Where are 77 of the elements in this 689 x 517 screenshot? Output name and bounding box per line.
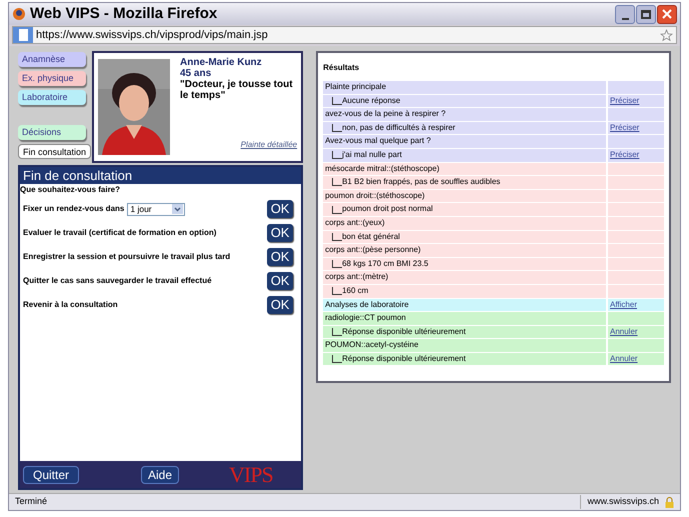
- question-text: corps ant::(yeux): [325, 216, 385, 229]
- patient-name: Anne-Marie Kunz: [180, 57, 263, 68]
- lock-icon: [665, 496, 674, 508]
- address-bar[interactable]: https://www.swissvips.ch/vipsprod/vips/main.jsp: [12, 26, 677, 44]
- question-text: POUMON::acetyl-cystéine: [325, 339, 418, 352]
- window-title: Web VIPS - Mozilla Firefox: [30, 4, 218, 24]
- star-icon[interactable]: [660, 28, 673, 42]
- tree-branch-icon: [332, 232, 342, 241]
- help-button[interactable]: Aide: [141, 466, 179, 484]
- answer-text: B1 B2 bien frappés, pas de souffles audibles: [342, 176, 500, 188]
- nav-tab[interactable]: Décisions: [18, 125, 86, 140]
- tree-branch-icon: [332, 260, 342, 268]
- maximize-button[interactable]: [636, 4, 656, 24]
- option-label: Quitter le cas sans sauvegarder le travail effectué: [23, 275, 212, 287]
- dropdown-icon: [172, 204, 184, 214]
- answer-text: j'ai mal nulle part: [342, 148, 402, 161]
- tree-branch-icon: [332, 328, 342, 336]
- results-title: Résultats: [323, 62, 360, 74]
- ok-button[interactable]: OK: [267, 296, 294, 314]
- question-text: corps ant::(pèse personne): [325, 244, 421, 256]
- answer-text: 160 cm: [342, 284, 368, 297]
- panel-title: Fin de consultation: [20, 167, 302, 184]
- option-label: Evaluer le travail (certificat de formation en option): [23, 227, 216, 239]
- answer-text: Réponse disponible ultérieurement: [342, 352, 466, 365]
- action-link[interactable]: Annuler: [610, 326, 638, 336]
- patient-complaint: "Docteur, je tousse tout le temps": [180, 79, 294, 101]
- question-text: Analyses de laboratoire: [325, 298, 409, 311]
- status-text: Terminé: [15, 495, 48, 508]
- close-button[interactable]: [657, 4, 677, 24]
- days-select[interactable]: 1 jour: [127, 202, 186, 216]
- patient-age: 45 ans: [180, 68, 212, 79]
- answer-text: Réponse disponible ultérieurement: [342, 326, 466, 338]
- logo: VIPS: [229, 462, 273, 486]
- answer-text: poumon droit post normal: [342, 203, 433, 216]
- nav-tab[interactable]: Laboratoire: [18, 90, 86, 105]
- answer-text: non, pas de difficultés à respirer: [342, 122, 456, 134]
- question-text: radiologie::CT poumon: [325, 312, 406, 324]
- action-link[interactable]: Préciser: [610, 96, 640, 105]
- status-domain: www.swissvips.ch: [580, 495, 659, 509]
- tree-branch-icon: [332, 124, 342, 132]
- action-link[interactable]: Afficher: [610, 300, 637, 308]
- question-text: avez-vous de la peine à respirer ?: [325, 108, 446, 120]
- action-link[interactable]: Préciser: [610, 122, 640, 132]
- nav-tab[interactable]: Ex. physique: [18, 71, 86, 86]
- answer-text: bon état général: [342, 230, 400, 243]
- answer-text: 68 kgs 170 cm BMI 23.5: [342, 258, 428, 270]
- question-text: corps ant::(mètre): [325, 271, 388, 284]
- action-link[interactable]: Annuler: [610, 354, 638, 363]
- nav-tab[interactable]: Anamnèse: [18, 52, 86, 67]
- ok-button[interactable]: OK: [267, 272, 294, 290]
- tree-branch-icon: [332, 96, 342, 105]
- detailed-complaint-link[interactable]: Plainte détaillée: [240, 139, 298, 151]
- tree-branch-icon: [332, 355, 342, 364]
- nav-tab[interactable]: Fin consultation: [18, 144, 91, 159]
- browser-icon: [12, 7, 26, 21]
- answer-text: Aucune réponse: [342, 94, 400, 107]
- ok-button[interactable]: OK: [267, 224, 294, 242]
- action-link[interactable]: Préciser: [610, 150, 640, 159]
- question-text: mésocarde mitral::(stéthoscope): [325, 162, 440, 175]
- question-text: Plainte principale: [325, 81, 386, 93]
- panel-question: Que souhaitez-vous faire?: [20, 184, 122, 196]
- url-text: https://www.swissvips.ch/vipsprod/vips/main.jsp: [36, 28, 268, 43]
- option-label: Revenir à la consultation: [23, 299, 118, 311]
- tree-branch-icon: [332, 178, 342, 186]
- page-icon: [13, 27, 33, 43]
- option-label: Enregistrer la session et poursuivre le travail plus tard: [23, 251, 230, 263]
- minimize-button[interactable]: [615, 4, 635, 24]
- tree-branch-icon: [332, 151, 342, 160]
- ok-button[interactable]: OK: [267, 248, 294, 266]
- tree-branch-icon: [332, 206, 342, 214]
- tree-branch-icon: [332, 287, 342, 296]
- close-icon: [662, 9, 672, 19]
- ok-button[interactable]: OK: [267, 200, 294, 218]
- question-text: Avez-vous mal quelque part ?: [325, 135, 431, 148]
- quit-button[interactable]: Quitter: [23, 466, 79, 484]
- option-label: Fixer un rendez-vous dans: [23, 203, 124, 215]
- question-text: poumon droit::(stéthoscope): [325, 190, 425, 202]
